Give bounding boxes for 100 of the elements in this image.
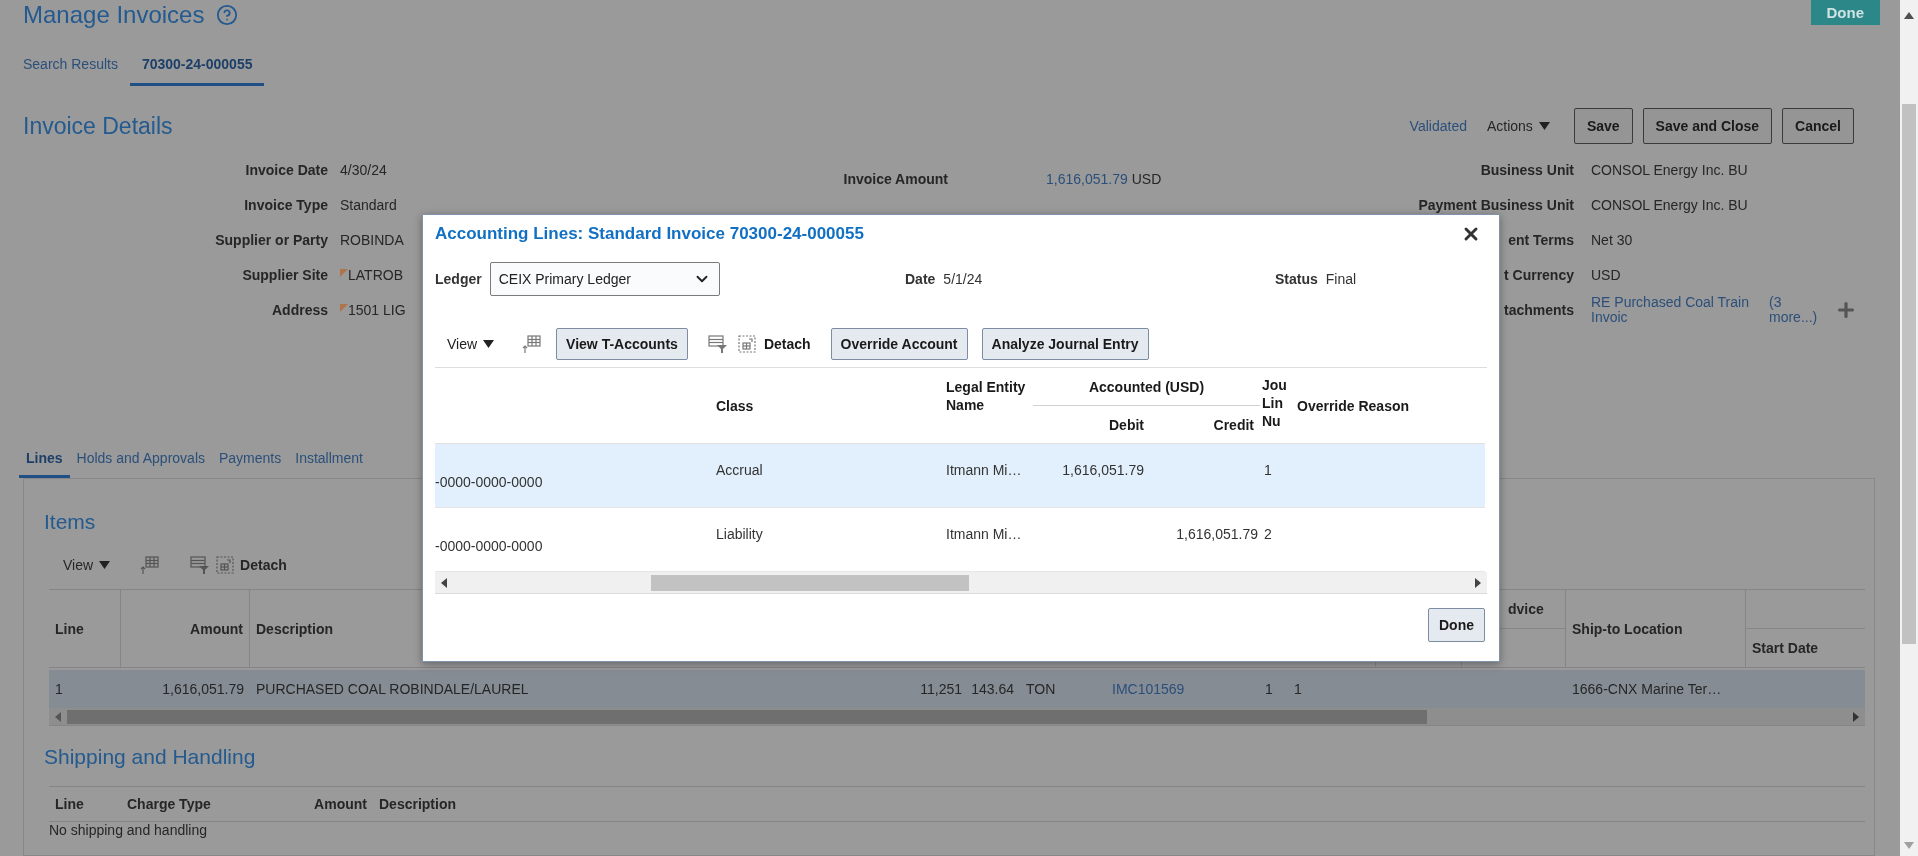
tab[interactable]: Payments [212,440,289,478]
table-cell: 1 [1264,462,1272,478]
table-cell: 143.64 [971,681,1014,697]
field-value: 5/1/24 [943,271,983,287]
field-label: Invoice Date [245,161,328,178]
table-cell: Accrual [716,462,763,478]
freeze-columns-icon[interactable] [522,333,543,354]
empty-message: No shipping and handling [49,822,208,838]
status-link[interactable]: Validated [1409,118,1467,134]
column-header: Description [378,796,457,812]
column-header: Line [54,796,85,812]
tab[interactable]: Holds and Approvals [69,440,212,478]
table-cell: 1,616,051.79 [1176,526,1258,542]
column-group-header: Accounted (USD) [1033,368,1260,406]
column-header: Ship-to Location [1566,590,1746,668]
caret-icon [1538,122,1550,130]
table-cell: 1,616,051.79 [162,681,244,697]
field-label: Invoice Type [244,196,328,213]
tab[interactable]: Search Results [11,46,130,86]
field-value: USD [1591,266,1621,283]
horizontal-scrollbar[interactable] [49,708,1865,726]
table-cell: TON [1026,681,1056,697]
action-button[interactable]: Cancel [1782,108,1854,144]
tab[interactable]: 70300-24-000055 [129,46,265,86]
field-label: Ledger [435,271,482,287]
scroll-up-icon[interactable] [1904,12,1914,19]
scroll-right-icon[interactable] [1853,711,1859,722]
field-value: 4/30/24 [340,161,387,178]
help-icon[interactable] [216,4,239,26]
page-scrollbar[interactable] [1900,0,1918,856]
action-button[interactable]: Save [1573,108,1633,144]
scroll-down-icon[interactable] [1904,842,1914,849]
page-title: Manage Invoices [23,1,205,29]
view-menu[interactable]: View [447,331,495,356]
actions-menu[interactable]: Actions [1480,114,1556,138]
filter-icon[interactable] [707,333,728,354]
freeze-columns-icon[interactable] [140,555,161,575]
view-menu[interactable]: View [51,553,111,577]
table-cell: 1 [1294,681,1302,697]
table-cell: Itmann Mi… [946,526,1022,542]
field-label: Address [271,301,328,318]
field-label: Business Unit [1480,161,1574,178]
field-value: ROBINDA [340,231,404,248]
field-label: ent Terms [1508,231,1574,248]
currency: USD [1131,170,1162,187]
attachment-link[interactable]: RE Purchased Coal Train Invoic [1591,294,1763,325]
scroll-right-icon[interactable] [1475,577,1481,588]
ledger-select[interactable]: CEIX Primary Ledger [489,262,720,296]
detach-link[interactable]: Detach [763,335,811,352]
field-value: CONSOL Energy Inc. BU [1591,161,1748,178]
caret-icon [483,339,495,348]
table-cell: 2 [1264,526,1272,542]
amount-link[interactable]: 1,616,051.79 [1046,170,1128,187]
scroll-left-icon[interactable] [441,577,447,588]
done-button[interactable]: Done [1810,0,1880,25]
field-label: tachments [1503,301,1574,318]
field-value: CONSOL Energy Inc. BU [1591,196,1748,213]
table-row[interactable] [435,444,1485,508]
dialog-title: Accounting Lines: Standard Invoice 70300-24-000055 [435,224,864,244]
section-title: Shipping and Handling [44,744,256,770]
more-link[interactable]: (3 more...) [1769,294,1829,325]
filter-icon[interactable] [190,555,211,575]
done-button[interactable]: Done [1428,608,1485,642]
table-cell: 1,616,051.79 [1062,462,1144,478]
table-cell: 1 [1265,681,1273,697]
column-header: Amount [121,590,250,668]
detach-link[interactable]: Detach [240,557,287,573]
toolbar-button[interactable]: Override Account [830,327,968,360]
section-title: Invoice Details [23,112,173,140]
table-cell: Itmann Mi… [946,462,1022,478]
field-label: Supplier or Party [215,231,328,248]
column-header: Start Date [1746,629,1865,668]
tab[interactable]: Lines [19,440,70,478]
table-cell: 11,251 [920,681,962,697]
table-cell: Liability [716,526,763,542]
field-value: Net 30 [1591,231,1633,248]
tab[interactable]: Installment [288,440,370,478]
field-label: Date [905,271,936,287]
detach-icon[interactable] [737,334,756,353]
table-cell: -0000-0000-0000 [435,538,543,554]
field-value: Final [1325,271,1357,287]
table-cell: 1666-CNX Marine Ter… [1572,681,1722,697]
field-label: Invoice Amount [843,170,948,187]
field-label: Supplier Site [242,266,328,283]
field-label: t Currency [1503,266,1574,283]
table-cell: -0000-0000-0000 [435,474,543,490]
toolbar-button[interactable]: View T-Accounts [556,327,688,360]
field-label: Status [1275,271,1318,287]
toolbar-button[interactable]: Analyze Journal Entry [981,327,1149,360]
detach-icon[interactable] [216,556,235,574]
action-button[interactable]: Save and Close [1642,108,1773,144]
section-title: Items [44,509,96,535]
caret-icon [99,561,111,569]
column-header: Line [49,590,121,668]
column-header: Charge Type [126,796,212,812]
field-value: Standard [340,196,397,213]
table-cell: 1 [55,681,63,697]
field-value: 1501 LIG [348,301,406,318]
column-header: Amount [313,796,368,812]
field-value: LATROB [348,266,403,283]
